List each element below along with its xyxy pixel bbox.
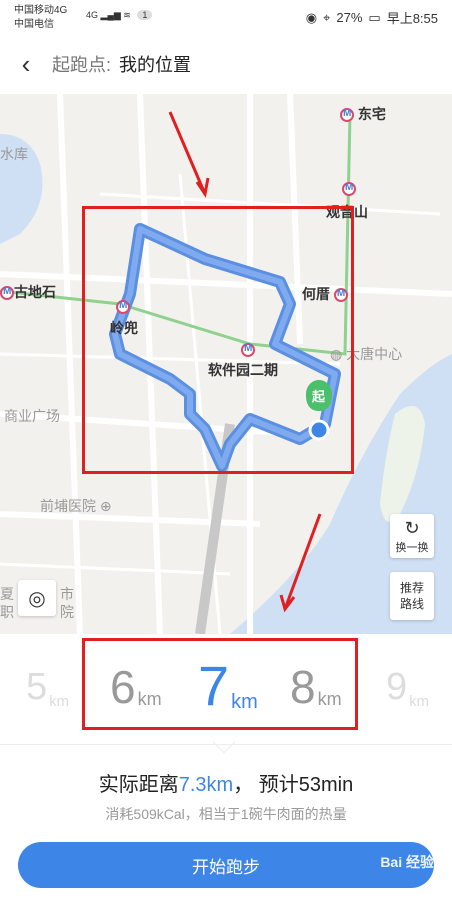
locate-button[interactable]: ◎ [18, 580, 56, 616]
notification-badge: 1 [137, 10, 153, 20]
datang-text: 大唐中心 [346, 346, 403, 362]
distance-number: 9 [386, 666, 408, 708]
carrier-1: 中国移动4G [14, 5, 68, 16]
network-type: 4G [86, 10, 99, 20]
status-right: ◉ ⌖ 27% ▭ 早上8:55 [306, 8, 438, 27]
metro-icon [0, 286, 14, 301]
summary-prefix: 实际距离 [98, 774, 179, 796]
status-bar: 中国移动4G 中国电信 ◉ ⌖ 27% ▭ 早上8:55 4G ▂▄▆ ≋ 1 [0, 0, 452, 34]
estimated-time: 53min [298, 774, 354, 796]
chevron-left-icon: ‹ [21, 48, 31, 79]
recommend-label: 推荐路线 [399, 581, 424, 611]
distance-number: 5 [26, 666, 48, 708]
distance-unit: km [409, 693, 430, 710]
map-label-qianpu: 前埔医院 ⊕ [40, 496, 112, 516]
actual-distance: 7.3km [178, 774, 234, 796]
start-point-value[interactable]: 我的位置 [119, 51, 191, 77]
metro-icon-guanyinshan [342, 180, 356, 197]
start-point-label: 起跑点: [52, 55, 112, 75]
battery-icon: ▭ [368, 9, 381, 25]
hospital-icon: ⊕ [99, 498, 112, 514]
distance-summary: 实际距离7.3km， 预计53min [0, 768, 452, 797]
map-label-ku: 水库 [0, 146, 28, 162]
network-indicators: 4G ▂▄▆ ≋ 1 [86, 10, 153, 21]
eye-icon: ◉ [305, 9, 318, 25]
divider [0, 744, 452, 745]
gudishi-text: 古地石 [14, 284, 56, 300]
dongzhai-text: 东宅 [357, 106, 386, 122]
refresh-label: 换一换 [395, 541, 429, 554]
back-button[interactable]: ‹ [0, 34, 52, 94]
summary-mid: ， 预计 [233, 774, 299, 796]
metro-icon [342, 182, 356, 197]
recommend-route-button[interactable]: 推荐路线 [390, 572, 434, 620]
battery-text: 27% [336, 10, 363, 25]
picker-pointer [212, 730, 236, 754]
map-label-xia: 夏 [0, 586, 14, 602]
location-icon: ⌖ [323, 9, 331, 25]
distance-option-5[interactable]: 5 km [26, 664, 69, 710]
crosshair-icon: ◎ [28, 587, 46, 610]
map-label-dongzhai: 东宅 [340, 104, 386, 124]
map-label-gudishi: 古地石 [0, 282, 56, 302]
annotation-arrow-1 [168, 111, 207, 195]
qianpu-text: 前埔医院 [40, 498, 96, 514]
carrier-info: 中国移动4G 中国电信 [14, 4, 67, 32]
calorie-info: 消耗509kCal，相当于1碗牛肉面的热量 [105, 806, 347, 822]
map-label-zhi: 职 [0, 604, 14, 620]
map-view[interactable]: 东宅 观音山 水库 古地石 何厝 岭兜 ◍ 大唐中心 软件园二期 商业广场 前埔… [0, 94, 452, 634]
distance-option-9[interactable]: 9 km [386, 664, 429, 710]
refresh-route-button[interactable]: ↻ 换一换 [390, 514, 434, 558]
metro-icon [340, 108, 354, 123]
start-running-button[interactable]: 开始跑步 [18, 842, 434, 888]
refresh-icon: ↻ [404, 517, 420, 538]
map-label-shi: 市 [60, 586, 74, 602]
wifi-icon: ≋ [123, 10, 131, 20]
start-running-label: 开始跑步 [192, 857, 260, 877]
annotation-box-map [82, 206, 354, 474]
signal-icon: ▂▄▆ [100, 10, 121, 20]
distance-picker[interactable]: 5 km 6 km 7 km 8 km 9 km [0, 634, 452, 754]
annotation-box-picker [82, 638, 358, 730]
clock: 早上8:55 [386, 11, 438, 26]
carrier-2: 中国电信 [14, 19, 54, 30]
watermark-logo: Bai 经验 [380, 854, 434, 870]
distance-unit: km [49, 693, 70, 710]
header: ‹ 起跑点: 我的位置 [0, 34, 452, 94]
map-label-yuan: 院 [60, 604, 74, 620]
map-label-shangye: 商业广场 [4, 408, 60, 424]
